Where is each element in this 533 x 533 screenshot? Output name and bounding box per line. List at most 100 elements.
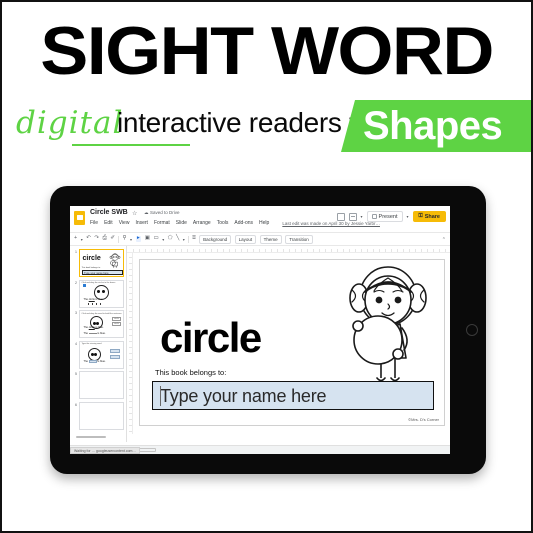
poster-header: SIGHT WORD digital interactive readers f… [2,2,531,157]
collapse-toolbar-icon[interactable]: ⌃ [442,237,446,243]
thumbnail-slide-2[interactable]: Click and drag the circles to the boxes.… [78,279,124,308]
active-slide[interactable]: circle This book belongs to: Type your n… [139,259,445,426]
thumb-prompt: Click and drag the circles to the boxes. [81,282,116,284]
thumb-number: 6 [75,402,77,407]
menu-item-file[interactable]: File [90,220,98,226]
word-chip-2: circle [112,322,121,326]
slides-body: 1 circle This book belongs to: Type your… [70,246,450,442]
thumbnail-slide-6[interactable] [78,401,124,430]
menu-item-addons[interactable]: Add-ons [234,220,253,226]
sentence-post: is blue. [94,326,104,329]
book-belongs-label: This book belongs to: [155,368,227,377]
sentence-blank [88,333,97,334]
menu-item-view[interactable]: View [119,220,130,226]
list-item[interactable]: 3 Click and drag the word to build the s… [72,310,124,338]
star-icon[interactable]: ☆ [132,210,137,217]
thumb-marker [82,283,86,287]
chevron-down-icon[interactable]: ▾ [361,214,363,219]
subtitle-script-word: digital [16,105,124,141]
share-label: Share [424,213,440,220]
copyright-notice: ©Mrs. D's Corner [408,417,439,422]
paint-format-icon[interactable]: ✐ [110,236,115,242]
sentence-blank-box [88,360,97,364]
thumb-word: circle [82,255,101,262]
list-item[interactable]: 5 [72,371,124,399]
insert-image-icon[interactable]: ▭ [153,236,158,242]
slide-canvas-area: circle This book belongs to: Type your n… [127,246,450,442]
ruler-ticks [133,248,448,252]
sight-word-title[interactable]: circle [160,315,262,361]
list-item[interactable]: 6 [72,401,124,430]
menu-item-tools[interactable]: Tools [217,220,229,226]
filmstrip-scrollbar[interactable] [76,435,106,438]
menu-item-insert[interactable]: Insert [135,220,148,226]
thumb-number: 4 [75,341,77,346]
select-cursor-icon[interactable]: ▸ [135,236,142,243]
word-chip-1: circle [112,317,121,321]
thumb-number: 3 [75,311,77,315]
thumb-sentence: The circle is blue. [84,298,104,301]
print-icon[interactable]: ⎙ [102,236,106,242]
slide-filmstrip[interactable]: 1 circle This book belongs to: Type your… [70,246,127,442]
zoom-icon[interactable]: ⚲ [122,236,126,242]
banner-label: Shapes [363,104,503,148]
answer-box-1 [110,348,120,353]
document-title[interactable]: Circle SWB [90,209,128,216]
drive-status: ☁ Saved to Drive [144,210,180,216]
thumb-belongs-label: This book belongs to: [81,267,101,269]
tablet-device: Circle SWB ☆ ☁ Saved to Drive File Edit V… [50,186,486,474]
girl-holding-circle-illustration [349,266,427,382]
thumb-sentence-2: The is blue. [84,332,106,335]
status-bar: Waiting for … googleusercontent.com… [70,445,450,454]
menu-item-slide[interactable]: Slide [176,220,187,226]
table-icon[interactable]: ⌸ [192,236,195,242]
comment-icon[interactable] [336,212,345,221]
line-icon[interactable]: ╲ [176,236,179,242]
subtitle-underline [72,144,190,146]
background-button[interactable]: Background [199,234,232,244]
thumbnail-slide-4[interactable]: Type the missing word. The is blue. [78,340,124,369]
present-screen-icon [371,214,377,219]
theme-button[interactable]: Theme [259,234,282,244]
thumb-number: 1 [75,250,77,254]
new-slide-icon[interactable]: + [74,236,77,242]
present-button[interactable]: Present [366,211,403,222]
shape-icon[interactable]: ⬠ [168,236,173,242]
menu-item-arrange[interactable]: Arrange [193,220,211,226]
text-box-icon[interactable]: ▣ [145,236,150,242]
undo-icon[interactable]: ↶ [86,236,91,242]
menu-item-edit[interactable]: Edit [104,220,113,226]
transition-button[interactable]: Transition [285,234,313,244]
home-button[interactable] [466,324,478,336]
present-label: Present [378,213,398,220]
menu-item-help[interactable]: Help [259,220,269,226]
subtitle-row: digital interactive readers for Shapes [2,100,531,152]
slideshow-options-icon[interactable] [348,212,357,221]
list-item[interactable]: 2 Click and drag the circles to the boxe… [72,279,124,308]
lock-icon: ⚿ [418,213,423,219]
list-item[interactable]: 1 circle This book belongs to: Type your… [72,249,124,277]
zoom-chevron-icon[interactable]: ▾ [130,237,132,242]
thumb-sentence: The is blue. [84,360,106,364]
circle-face-icon [87,347,101,361]
redo-icon[interactable]: ↷ [94,236,99,242]
ruler-ticks [129,257,132,432]
topbar-actions: ▾ Present ▾ ⚿ Share [336,211,446,222]
horizontal-ruler [127,246,450,253]
page-title: SIGHT WORD [40,13,494,89]
thumbnail-slide-3[interactable]: Click and drag the word to build the sen… [78,310,124,338]
sentence-post: is blue. [94,297,104,301]
list-item[interactable]: 4 Type the missing word. The is blue. [72,340,124,369]
layout-button[interactable]: Layout [234,234,257,244]
present-chevron-icon[interactable]: ▾ [407,214,409,219]
image-chevron-icon[interactable]: ▾ [162,237,164,242]
name-input-field[interactable]: Type your name here [152,381,434,410]
thumbnail-slide-1[interactable]: circle This book belongs to: Type your n… [78,249,124,277]
thumb-number: 5 [75,372,77,376]
new-slide-chevron-icon[interactable]: ▾ [81,237,83,242]
thumbnail-slide-5[interactable] [78,371,124,399]
thumb-sentence: The circle is blue. [84,326,104,329]
menu-item-format[interactable]: Format [154,220,170,226]
share-button[interactable]: ⚿ Share [412,211,446,222]
line-chevron-icon[interactable]: ▾ [183,237,185,242]
